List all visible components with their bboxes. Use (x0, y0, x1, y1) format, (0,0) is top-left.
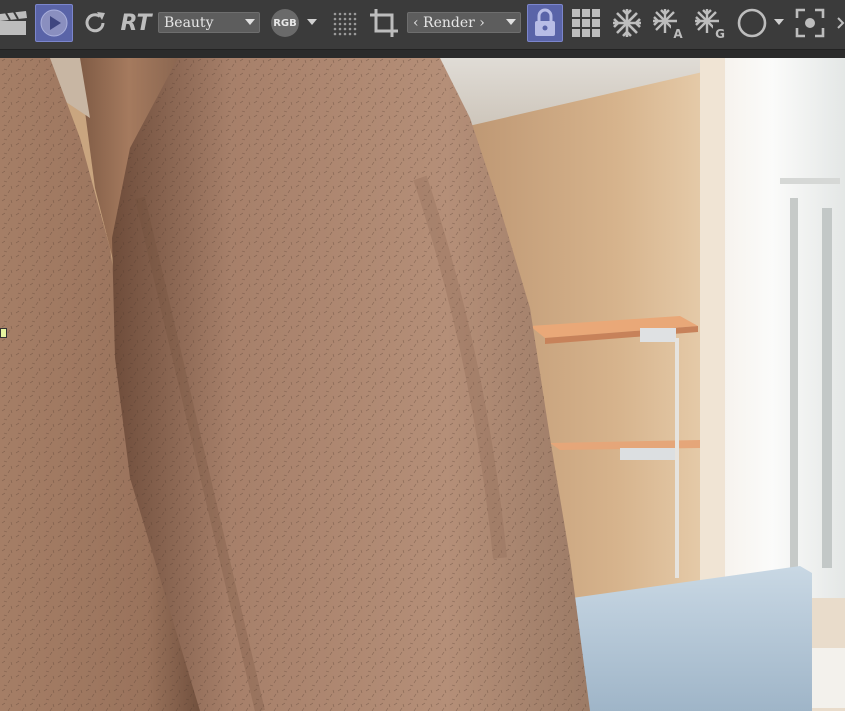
rgb-label: RGB (271, 9, 299, 37)
refresh-icon (85, 12, 105, 33)
render-region-dropdown[interactable]: ‹ Render › (407, 12, 521, 33)
snowflake-icon (613, 9, 641, 37)
play-button[interactable] (35, 4, 73, 42)
refresh-button[interactable] (80, 4, 110, 42)
circle-button[interactable] (735, 4, 769, 42)
render-region-value: ‹ Render › (413, 14, 485, 31)
snowflake-button[interactable] (610, 4, 644, 42)
render-image (0, 58, 845, 711)
chevron-down-icon (506, 19, 516, 25)
render-pass-value: Beauty (164, 14, 214, 31)
chevron-down-icon (245, 19, 255, 25)
snowflake-a-icon: A (653, 9, 685, 39)
focus-icon (795, 8, 825, 38)
rt-button[interactable]: RT (118, 4, 154, 42)
snowflake-a-label: A (673, 27, 683, 39)
render-viewport[interactable] (0, 58, 845, 711)
circle-dropdown-caret-icon[interactable] (774, 19, 784, 25)
lock-icon (535, 8, 555, 36)
dot-grid-icon (333, 12, 357, 36)
grid-button[interactable] (570, 4, 602, 42)
render-pass-dropdown[interactable]: Beauty (158, 12, 260, 33)
channel-dropdown-caret-icon[interactable] (307, 19, 317, 25)
grid-icon (572, 9, 600, 37)
channel-button[interactable]: RGB (270, 4, 300, 42)
lock-button[interactable] (527, 4, 563, 42)
clapperboard-icon[interactable] (0, 4, 30, 42)
circle-icon (737, 8, 767, 38)
rt-label: RT (120, 10, 152, 36)
toolbar-overflow-chevron-icon[interactable] (836, 4, 845, 42)
dot-grid-button[interactable] (330, 4, 358, 42)
play-icon (40, 9, 68, 37)
snowflake-g-icon: G (695, 9, 727, 39)
snowflake-g-label: G (715, 27, 725, 39)
snowflake-a-button[interactable]: A (650, 4, 686, 42)
crop-button[interactable] (367, 4, 401, 42)
crop-icon (370, 9, 398, 37)
toolbar-separator (0, 50, 845, 58)
viewer-toolbar: RT Beauty RGB ‹ Render › A G (0, 0, 845, 50)
snowflake-g-button[interactable]: G (692, 4, 728, 42)
selection-marker[interactable] (0, 328, 7, 338)
focus-button[interactable] (793, 4, 827, 42)
